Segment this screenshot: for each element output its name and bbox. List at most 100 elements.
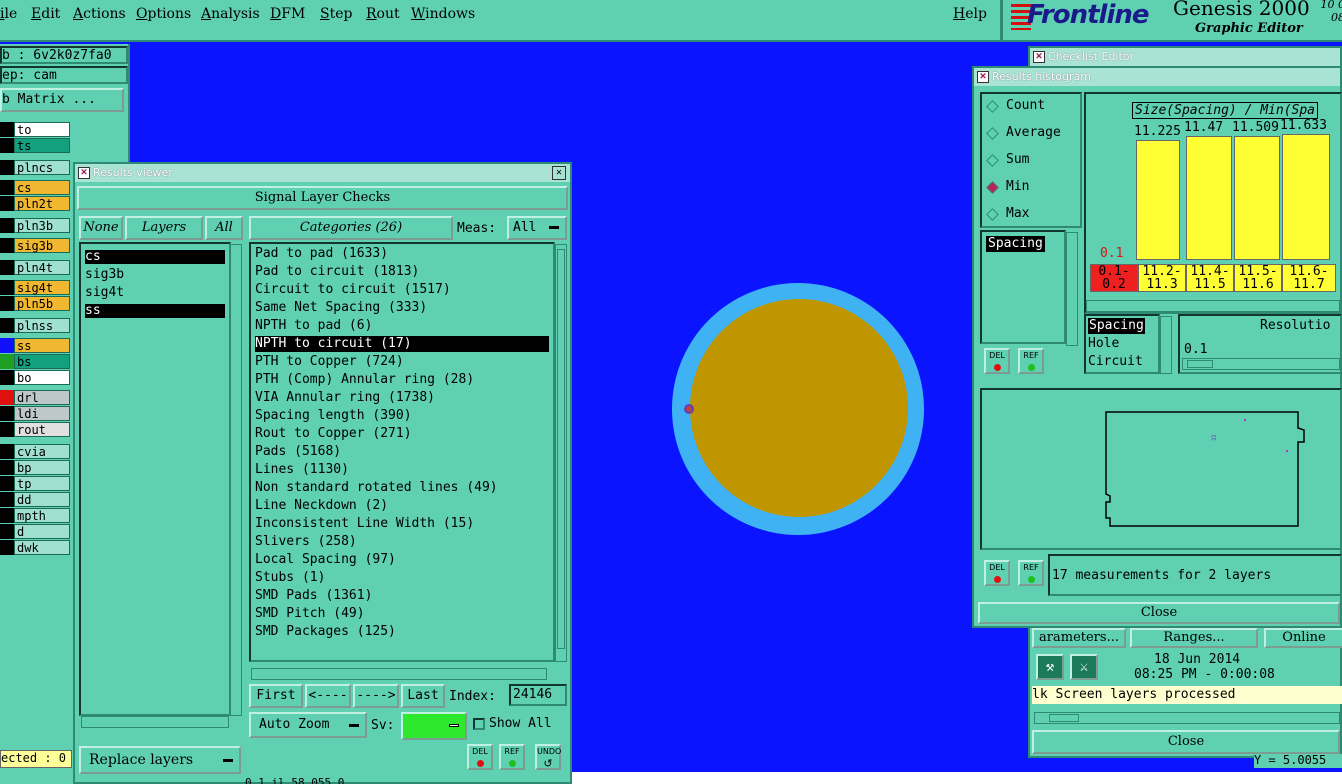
filter-item-spacing[interactable]: Spacing (1088, 318, 1145, 334)
online-button[interactable]: Online (1264, 628, 1342, 648)
hist-del-button[interactable]: DEL (984, 560, 1010, 586)
layer-swatch[interactable] (0, 406, 14, 421)
layer-swatch[interactable] (0, 444, 14, 459)
checklist-hscrollbar[interactable] (1034, 712, 1340, 724)
category-item[interactable]: VIA Annular ring (1738) (255, 390, 549, 406)
layer-swatch[interactable] (0, 138, 14, 153)
category-item[interactable]: PTH to Copper (724) (255, 354, 549, 370)
layer-row-mpth[interactable]: mpth (0, 508, 72, 523)
category-item[interactable]: Pads (5168) (255, 444, 549, 460)
layer-swatch[interactable] (0, 524, 14, 539)
histogram-bin[interactable]: 11.2- 11.3 (1138, 264, 1186, 292)
layer-swatch[interactable] (0, 338, 14, 353)
slider-thumb[interactable] (1187, 360, 1213, 368)
histogram-bin[interactable]: 11.6- 11.7 (1282, 264, 1336, 292)
layer-swatch[interactable] (0, 180, 14, 195)
category-item[interactable]: NPTH to pad (6) (255, 318, 549, 334)
categories-button[interactable]: Categories (26) (249, 216, 453, 240)
category-item[interactable]: Pad to circuit (1813) (255, 264, 549, 280)
category-item[interactable]: Inconsistent Line Width (15) (255, 516, 549, 532)
signal-layer-checks-header[interactable]: Signal Layer Checks (77, 186, 568, 210)
menu-rout[interactable]: Rout (366, 6, 400, 22)
layer-row-sig3b[interactable]: sig3b (0, 238, 72, 253)
category-item[interactable]: Line Neckdown (2) (255, 498, 549, 514)
measure-item-spacing[interactable]: Spacing (986, 236, 1045, 252)
layer-swatch[interactable] (0, 238, 14, 253)
layer-row-bs[interactable]: bs (0, 354, 72, 369)
layer-swatch[interactable] (0, 492, 14, 507)
categories-scrollbar[interactable] (555, 244, 567, 662)
next-button[interactable]: ----> (353, 684, 399, 708)
scroll-thumb[interactable] (1049, 714, 1079, 722)
category-item[interactable]: Circuit to circuit (1517) (255, 282, 549, 298)
category-item[interactable]: SMD Pitch (49) (255, 606, 549, 622)
result-layer-item[interactable]: sig4t (85, 286, 225, 300)
show-all-checkbox[interactable] (473, 718, 485, 730)
layer-row-pln4t[interactable]: pln4t (0, 260, 72, 275)
none-button[interactable]: None (79, 216, 123, 240)
category-item[interactable]: Stubs (1) (255, 570, 549, 586)
category-item[interactable]: SMD Packages (125) (255, 624, 549, 640)
histogram-bin[interactable]: 11.5- 11.6 (1234, 264, 1282, 292)
histogram-hscrollbar[interactable] (1086, 300, 1340, 312)
replace-layers-dropdown[interactable]: Replace layers (79, 746, 241, 774)
index-input[interactable]: 24146 (509, 684, 567, 706)
category-item[interactable]: Rout to Copper (271) (255, 426, 549, 442)
layer-swatch[interactable] (0, 280, 14, 295)
histogram-bar[interactable] (1282, 134, 1330, 260)
last-button[interactable]: Last (401, 684, 445, 708)
window-menu-icon[interactable]: ✕ (1033, 51, 1045, 63)
layer-row-ss[interactable]: ss (0, 338, 72, 353)
categories-hscrollbar[interactable] (251, 668, 547, 680)
results-viewer-close-icon[interactable]: ✕ (552, 166, 566, 180)
run-check-icon[interactable]: ⚒ (1036, 654, 1064, 680)
filter-item-hole[interactable]: Hole (1088, 336, 1119, 352)
stop-check-icon[interactable]: ⚔ (1070, 654, 1098, 680)
result-layer-item[interactable]: ss (85, 304, 225, 318)
checklist-close-button[interactable]: Close (1032, 730, 1340, 754)
window-menu-icon[interactable]: ✕ (977, 71, 989, 83)
category-item[interactable]: PTH (Comp) Annular ring (28) (255, 372, 549, 388)
layer-swatch[interactable] (0, 318, 14, 333)
category-item[interactable]: Non standard rotated lines (49) (255, 480, 549, 496)
layer-row-bp[interactable]: bp (0, 460, 72, 475)
menu-windows[interactable]: Windows (411, 6, 475, 22)
auto-zoom-dropdown[interactable]: Auto Zoom (249, 712, 367, 738)
histogram-bar[interactable] (1186, 136, 1232, 260)
category-item[interactable]: Same Net Spacing (333) (255, 300, 549, 316)
layer-row-tp[interactable]: tp (0, 476, 72, 491)
layer-swatch[interactable] (0, 296, 14, 311)
layer-swatch[interactable] (0, 260, 14, 275)
category-item[interactable]: SMD Pads (1361) (255, 588, 549, 604)
layer-row-pln2t[interactable]: pln2t (0, 196, 72, 211)
category-item[interactable]: Local Spacing (97) (255, 552, 549, 568)
histogram-bin[interactable]: 0.1- 0.2 (1090, 264, 1138, 292)
layer-row-plncs[interactable]: plncs (0, 160, 72, 175)
layer-swatch[interactable] (0, 370, 14, 385)
results-viewer-titlebar[interactable]: ✕ Results viewer (75, 164, 570, 182)
layer-row-pln3b[interactable]: pln3b (0, 218, 72, 233)
histogram-bar[interactable] (1136, 140, 1180, 260)
hist-ref-button[interactable]: REF (1018, 560, 1044, 586)
layer-row-plnss[interactable]: plnss (0, 318, 72, 333)
hist-del-button-top[interactable]: DEL (984, 348, 1010, 374)
window-menu-icon[interactable]: ✕ (78, 167, 90, 179)
layer-swatch[interactable] (0, 508, 14, 523)
layer-row-rout[interactable]: rout (0, 422, 72, 437)
category-item[interactable]: Spacing length (390) (255, 408, 549, 424)
layer-swatch[interactable] (0, 390, 14, 405)
ref-button[interactable]: REF (499, 744, 525, 770)
meas-dropdown[interactable]: All (507, 216, 567, 240)
results-histogram-titlebar[interactable]: ✕ Results histogram (974, 68, 1340, 86)
layers-scrollbar[interactable] (230, 244, 242, 716)
layer-swatch[interactable] (0, 354, 14, 369)
first-button[interactable]: First (249, 684, 303, 708)
category-item[interactable]: NPTH to circuit (17) (255, 336, 549, 352)
result-layer-item[interactable]: cs (85, 250, 225, 264)
category-item[interactable]: Pad to pad (1633) (255, 246, 549, 262)
menu-file[interactable]: ile (0, 6, 17, 22)
category-item[interactable]: Slivers (258) (255, 534, 549, 550)
layer-swatch[interactable] (0, 460, 14, 475)
sv-color-dropdown[interactable] (401, 712, 467, 740)
result-layer-item[interactable]: sig3b (85, 268, 225, 282)
